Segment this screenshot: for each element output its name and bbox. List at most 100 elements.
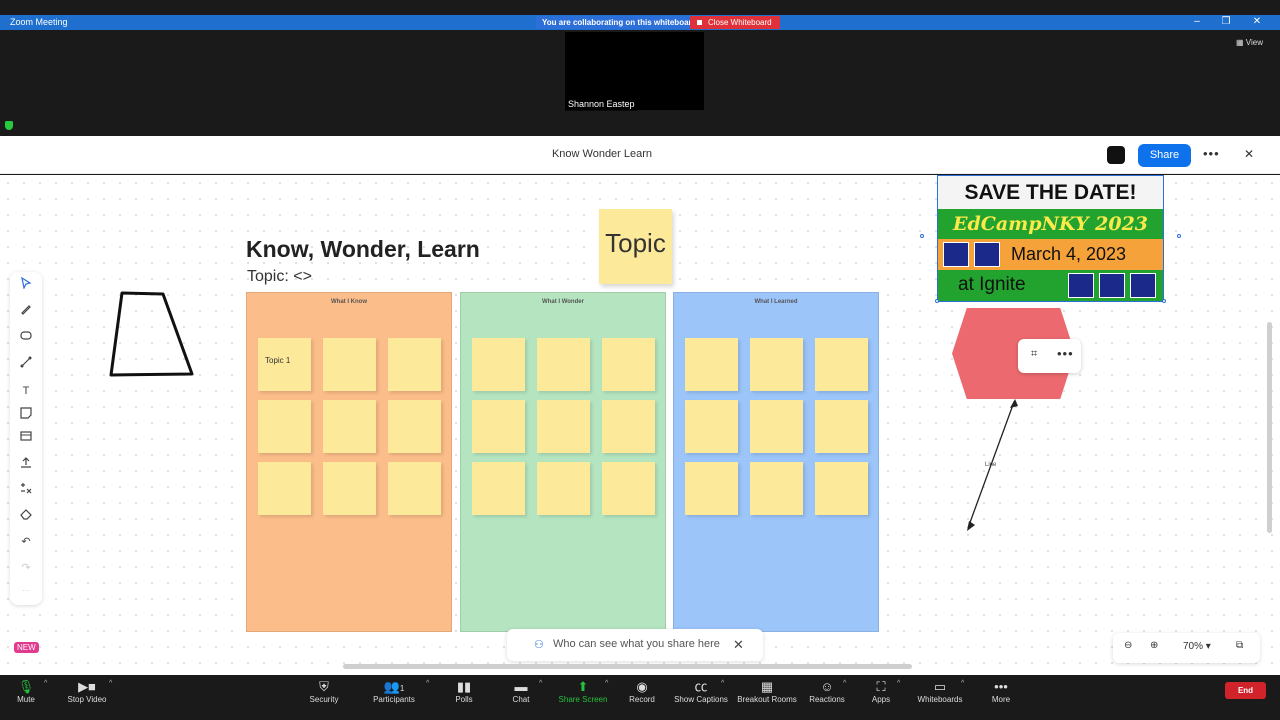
board-topic[interactable]: Topic: <> — [247, 268, 312, 286]
sticky-note[interactable] — [537, 462, 590, 515]
sticky-note[interactable] — [602, 338, 655, 391]
whiteboard-canvas[interactable]: T ↶ ↷ ⋯ NEW Know, Wonder, Learn Topic: <… — [0, 175, 1280, 675]
audio-options-caret[interactable]: ^ — [44, 680, 47, 687]
whiteboard-title: Know Wonder Learn — [551, 148, 653, 160]
end-meeting-button[interactable]: End — [1225, 682, 1266, 699]
shape-icon[interactable] — [16, 328, 36, 348]
crop-icon[interactable]: ⌗ — [1031, 348, 1037, 361]
topic-sticky-note[interactable]: Topic — [599, 209, 672, 284]
more-options-icon[interactable]: ••• — [1057, 346, 1074, 361]
template-icon[interactable] — [16, 429, 36, 449]
redo-icon[interactable]: ↷ — [16, 558, 36, 578]
more-button[interactable]: ••• More — [966, 678, 1036, 704]
sticky-note[interactable] — [685, 338, 738, 391]
whiteboards-button[interactable]: ▭ Whiteboards — [905, 678, 975, 704]
chat-label: Chat — [512, 695, 530, 704]
video-options-caret[interactable]: ^ — [109, 680, 112, 687]
sticky-note[interactable]: Topic 1 — [258, 338, 311, 391]
chat-options-caret[interactable]: ^ — [539, 680, 542, 687]
apps-options-caret[interactable]: ^ — [897, 680, 900, 687]
captions-options-caret[interactable]: ^ — [721, 680, 724, 687]
share-screen-label: Share Screen — [558, 695, 608, 704]
save-the-date-image[interactable]: SAVE THE DATE! EdCampNKY 2023 March 4, 2… — [937, 175, 1164, 302]
board-title[interactable]: Know, Wonder, Learn — [246, 236, 480, 263]
sticky-note[interactable] — [537, 400, 590, 453]
resize-handle[interactable] — [935, 299, 939, 303]
zoom-level[interactable]: 70% ▾ — [1183, 641, 1211, 652]
security-shield-icon — [5, 121, 13, 130]
participants-button[interactable]: 👥1 Participants — [359, 678, 429, 704]
whiteboard-header: Know Wonder Learn Share ••• ✕ — [0, 136, 1280, 174]
zoom-out-icon[interactable]: ⊖ — [1124, 640, 1132, 651]
people-lock-icon: ⚇ — [534, 639, 544, 651]
sticky-note[interactable] — [750, 462, 803, 515]
sticky-note[interactable] — [815, 338, 868, 391]
sticky-note[interactable] — [750, 338, 803, 391]
undo-icon[interactable]: ↶ — [16, 532, 36, 552]
sticky-note[interactable] — [537, 338, 590, 391]
sticky-note[interactable] — [685, 400, 738, 453]
sticky-note[interactable] — [815, 400, 868, 453]
record-label: Record — [629, 695, 655, 704]
sticky-note[interactable] — [472, 400, 525, 453]
sticky-note[interactable] — [323, 400, 376, 453]
restore-icon[interactable]: ❐ — [1219, 16, 1233, 27]
close-whiteboard-button[interactable]: Close Whiteboard — [690, 16, 780, 29]
vertical-scrollbar[interactable] — [1267, 322, 1272, 533]
window-close-icon[interactable]: ✕ — [1250, 16, 1264, 27]
sticky-note-icon[interactable] — [16, 406, 36, 426]
more-tools-icon[interactable] — [16, 481, 36, 501]
resize-handle[interactable] — [1177, 234, 1181, 238]
zoom-in-icon[interactable]: ⊕ — [1150, 640, 1158, 651]
eraser-icon[interactable] — [16, 507, 36, 527]
sticky-note[interactable] — [388, 338, 441, 391]
whiteboards-options-caret[interactable]: ^ — [961, 680, 964, 687]
sticky-note[interactable] — [815, 462, 868, 515]
sticky-note[interactable] — [258, 400, 311, 453]
chat-button[interactable]: ▬ Chat — [486, 678, 556, 704]
sticky-note[interactable] — [258, 462, 311, 515]
collaborator-avatar[interactable] — [1107, 146, 1125, 164]
sticky-note[interactable] — [323, 462, 376, 515]
column-header: What I Wonder — [542, 299, 584, 305]
new-badge: NEW — [14, 642, 39, 653]
sticky-note[interactable] — [323, 338, 376, 391]
share-button[interactable]: Share — [1138, 144, 1191, 167]
pen-icon[interactable] — [16, 302, 36, 322]
view-button[interactable]: ▦ View — [1236, 38, 1263, 47]
sticky-note[interactable] — [602, 462, 655, 515]
sticky-note[interactable] — [388, 462, 441, 515]
freehand-trapezoid[interactable] — [105, 287, 200, 379]
security-button[interactable]: ⛨ Security — [289, 678, 359, 704]
column-what-i-learned[interactable]: What I Learned — [673, 292, 879, 632]
poster-venue-band: at Ignite — [938, 270, 1163, 301]
more-options-icon[interactable]: ••• — [1203, 146, 1220, 161]
security-label: Security — [309, 695, 339, 704]
horizontal-scrollbar[interactable] — [343, 664, 912, 669]
select-icon[interactable] — [16, 276, 36, 296]
column-what-i-know[interactable]: What I Know Topic 1 — [246, 292, 452, 632]
captions-icon: ㏄ — [694, 679, 708, 694]
close-icon[interactable]: ✕ — [733, 637, 744, 653]
text-icon[interactable]: T — [16, 381, 36, 401]
connector-icon[interactable] — [16, 355, 36, 375]
column-header: What I Learned — [754, 299, 798, 305]
poster-date-band: March 4, 2023 — [938, 239, 1163, 270]
show-captions-button[interactable]: ㏄ Show Captions — [666, 678, 736, 704]
resize-handle[interactable] — [1162, 299, 1166, 303]
upload-icon[interactable] — [16, 455, 36, 475]
minimize-icon[interactable]: – — [1190, 16, 1204, 27]
sticky-note[interactable] — [472, 338, 525, 391]
sticky-note[interactable] — [388, 400, 441, 453]
collab-banner: You are collaborating on this whiteboard — [536, 16, 703, 29]
column-what-i-wonder[interactable]: What I Wonder — [460, 292, 666, 632]
participants-label: Participants — [373, 695, 415, 704]
resize-handle[interactable] — [920, 234, 924, 238]
sticky-note[interactable] — [685, 462, 738, 515]
close-icon[interactable]: ✕ — [1244, 147, 1254, 161]
sticky-note[interactable] — [472, 462, 525, 515]
sticky-note[interactable] — [602, 400, 655, 453]
drag-handle-icon[interactable]: ⋯ — [16, 581, 36, 601]
minimap-icon[interactable]: ⧉ — [1236, 640, 1243, 651]
sticky-note[interactable] — [750, 400, 803, 453]
